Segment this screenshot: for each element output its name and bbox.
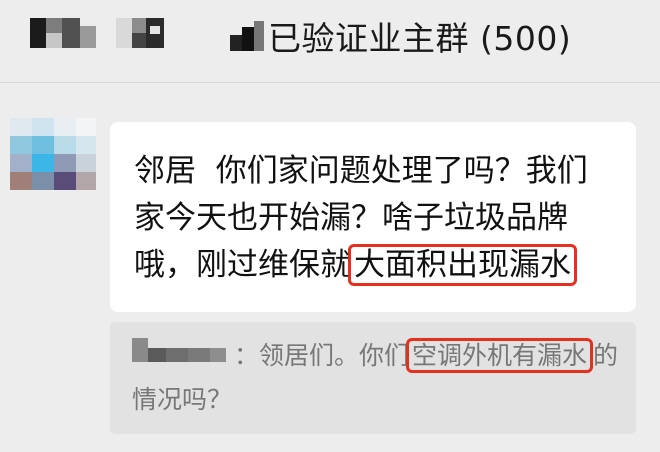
quoted-prefix: ：领居们。你们 bbox=[234, 341, 410, 370]
quoted-highlight: 空调外机有漏水 bbox=[406, 338, 594, 373]
message-bubble[interactable]: 邻居 你们家问题处理了吗？我们家今天也开始漏？啥子垃圾品牌哦，刚过维保就大面积出… bbox=[110, 122, 636, 312]
back-button-mosaic[interactable] bbox=[30, 18, 170, 48]
chat-title: 已验证业主群 (500) bbox=[230, 14, 650, 58]
avatar[interactable] bbox=[10, 118, 96, 204]
message-text: 邻居 你们家问题处理了吗？我们家今天也开始漏？啥子垃圾品牌哦，刚过维保就大面积出… bbox=[134, 148, 616, 289]
group-name-mosaic bbox=[230, 21, 266, 51]
quoted-message[interactable]: ：领居们。你们 空调外机有漏水 的情况吗？ bbox=[110, 322, 636, 434]
highlighted-text: 大面积出现漏水 bbox=[348, 244, 577, 286]
quoted-text: ：领居们。你们 空调外机有漏水 的情况吗？ bbox=[132, 334, 622, 422]
chat-header: 已验证业主群 (500) bbox=[0, 0, 660, 83]
chat-title-text: 已验证业主群 (500) bbox=[268, 19, 572, 58]
